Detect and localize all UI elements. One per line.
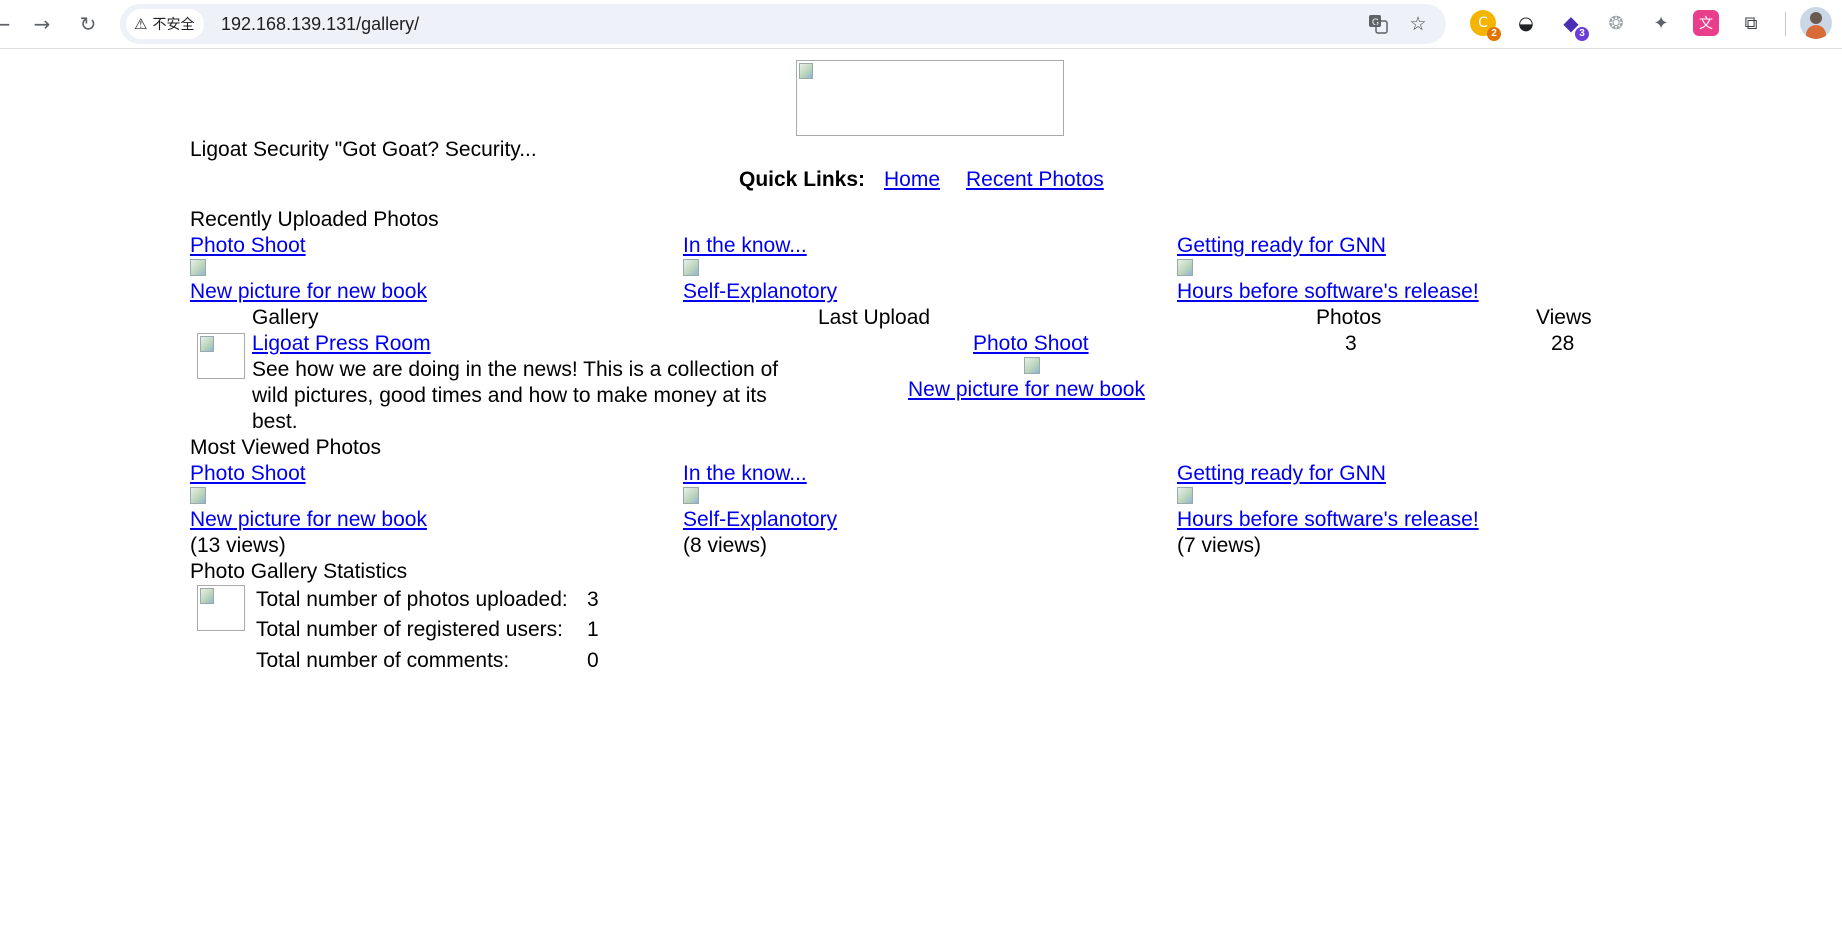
most-viewed-count: (13 views) — [190, 534, 286, 557]
extension-5-icon[interactable]: ✦ — [1648, 10, 1674, 36]
table-header-last-upload: Last Upload — [818, 306, 931, 329]
reload-icon[interactable]: ↻ — [72, 8, 104, 40]
most-viewed-heading: Most Viewed Photos — [190, 436, 382, 459]
recent-item-thumbnail[interactable] — [683, 259, 703, 277]
bookmark-star-icon[interactable]: ☆ — [1406, 12, 1430, 36]
most-viewed-thumbnail[interactable] — [1177, 487, 1197, 505]
site-logo-image — [796, 60, 1064, 136]
profile-avatar[interactable] — [1800, 7, 1832, 39]
extension-3-badge: 3 — [1575, 27, 1589, 41]
stats-heading: Photo Gallery Statistics — [190, 560, 408, 583]
stats-label: Total number of comments: — [256, 649, 510, 672]
most-viewed-caption[interactable]: Hours before software's release! — [1177, 507, 1479, 533]
stats-label: Total number of registered users: — [256, 618, 563, 641]
quick-link-recent-photos[interactable]: Recent Photos — [966, 167, 1104, 193]
table-header-gallery: Gallery — [252, 306, 319, 329]
recent-item-title[interactable]: In the know... — [683, 233, 807, 259]
last-upload-caption-link[interactable]: New picture for new book — [908, 377, 1145, 403]
browser-toolbar: ← → ↻ ⚠ 不安全 192.168.139.131/gallery/ G ☆… — [0, 0, 1842, 49]
forward-icon[interactable]: → — [26, 8, 58, 40]
url-text[interactable]: 192.168.139.131/gallery/ — [221, 14, 419, 35]
gallery-thumbnail[interactable] — [197, 333, 245, 379]
stats-value: 0 — [587, 649, 599, 672]
quick-link-home[interactable]: Home — [884, 167, 940, 193]
address-bar[interactable]: ⚠ 不安全 192.168.139.131/gallery/ G ☆ — [120, 4, 1446, 44]
security-label: 不安全 — [152, 16, 195, 32]
extension-1-icon[interactable]: C 2 — [1470, 10, 1501, 41]
recent-item-thumbnail[interactable] — [190, 259, 210, 277]
security-chip[interactable]: ⚠ 不安全 — [126, 9, 205, 39]
gallery-photo-count: 3 — [1345, 332, 1357, 355]
extension-1-badge: 2 — [1487, 27, 1501, 41]
quick-links-label: Quick Links: — [739, 168, 866, 191]
last-upload-title-link[interactable]: Photo Shoot — [973, 331, 1089, 357]
recent-item-caption[interactable]: New picture for new book — [190, 279, 427, 305]
site-title: Ligoat Security "Got Goat? Security... — [190, 138, 537, 161]
most-viewed-title[interactable]: Photo Shoot — [190, 461, 306, 487]
recent-item-caption[interactable]: Self-Explanotory — [683, 279, 837, 305]
gallery-name-link[interactable]: Ligoat Press Room — [252, 331, 431, 357]
extensions-puzzle-icon[interactable]: ⧉ — [1738, 10, 1764, 36]
last-upload-thumbnail[interactable] — [1024, 357, 1044, 375]
gallery-description: See how we are doing in the news! This i… — [252, 358, 779, 433]
most-viewed-caption[interactable]: New picture for new book — [190, 507, 427, 533]
most-viewed-thumbnail[interactable] — [683, 487, 703, 505]
recent-item-title[interactable]: Photo Shoot — [190, 233, 306, 259]
most-viewed-count: (7 views) — [1177, 534, 1262, 557]
recent-item-thumbnail[interactable] — [1177, 259, 1197, 277]
most-viewed-count: (8 views) — [683, 534, 768, 557]
most-viewed-title[interactable]: In the know... — [683, 461, 807, 487]
stats-value: 1 — [587, 618, 599, 641]
toolbar-separator — [1785, 12, 1786, 36]
recent-heading: Recently Uploaded Photos — [190, 208, 439, 231]
most-viewed-thumbnail[interactable] — [190, 487, 210, 505]
stats-value: 3 — [587, 588, 599, 611]
translate-icon[interactable]: G — [1366, 12, 1390, 36]
extension-6-icon[interactable]: 文 — [1693, 10, 1719, 36]
extension-2-icon[interactable]: ◒ — [1513, 10, 1539, 36]
table-header-views: Views — [1536, 306, 1592, 329]
most-viewed-caption[interactable]: Self-Explanotory — [683, 507, 837, 533]
stats-icon-image — [197, 585, 245, 631]
back-icon[interactable]: ← — [0, 8, 18, 40]
recent-item-title[interactable]: Getting ready for GNN — [1177, 233, 1386, 259]
warning-icon: ⚠ — [134, 15, 148, 33]
extension-3-icon[interactable]: ◆ 3 — [1558, 10, 1589, 41]
gallery-view-count: 28 — [1551, 332, 1575, 355]
recent-item-caption[interactable]: Hours before software's release! — [1177, 279, 1479, 305]
stats-label: Total number of photos uploaded: — [256, 588, 568, 611]
page-content: Ligoat Security "Got Goat? Security... Q… — [0, 49, 1842, 926]
extension-4-icon[interactable]: ❂ — [1603, 10, 1629, 36]
most-viewed-title[interactable]: Getting ready for GNN — [1177, 461, 1386, 487]
table-header-photos: Photos — [1316, 306, 1382, 329]
